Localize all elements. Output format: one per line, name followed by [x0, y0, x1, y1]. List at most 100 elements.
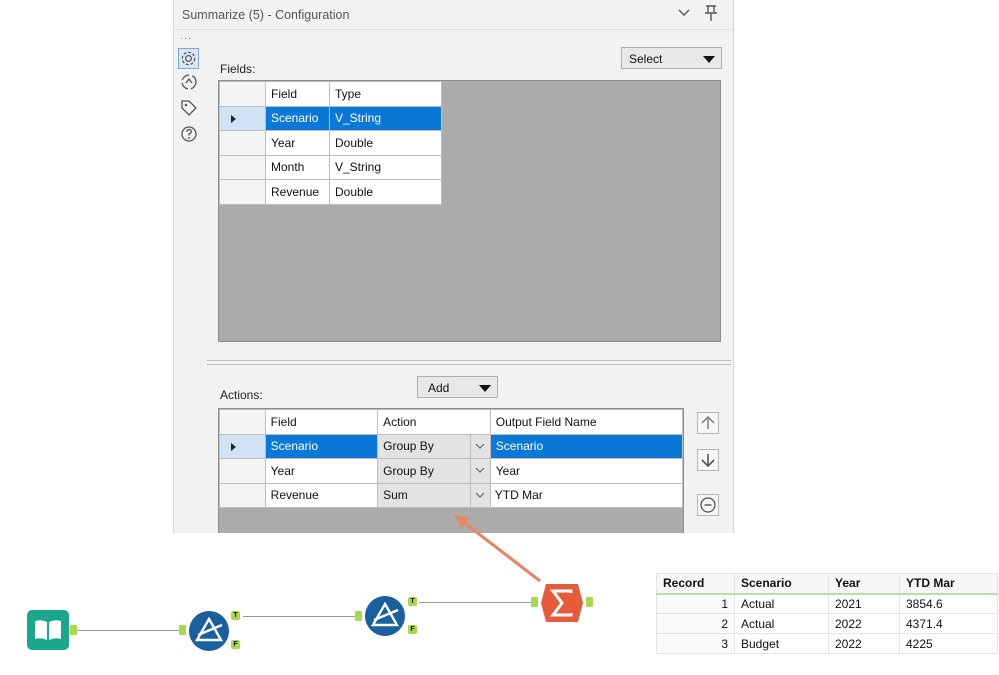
pin-icon[interactable]: [703, 4, 719, 22]
anchor-icon[interactable]: [179, 72, 199, 92]
table-row[interactable]: Scenario Group By Scenario: [219, 433, 684, 459]
row-header-corner: [219, 409, 266, 435]
table-row[interactable]: Month V_String: [219, 154, 442, 180]
table-row[interactable]: Year Group By Year: [219, 458, 684, 484]
true-anchor[interactable]: T: [231, 611, 240, 620]
chevron-down-icon[interactable]: [677, 6, 691, 20]
row-selector[interactable]: [219, 458, 266, 484]
column-header-output-field-name[interactable]: Output Field Name: [489, 409, 684, 435]
output-field-name-cell[interactable]: Scenario: [489, 433, 684, 459]
column-header-ytd-mar[interactable]: YTD Mar: [899, 573, 998, 595]
type-cell[interactable]: V_String: [329, 154, 442, 180]
chevron-down-icon[interactable]: [469, 434, 490, 458]
action-value: Group By: [383, 439, 434, 454]
table-row[interactable]: Revenue Sum YTD Mar: [219, 482, 684, 508]
annotation-arrow: [454, 515, 541, 583]
chevron-down-icon[interactable]: [469, 483, 490, 507]
row-selector[interactable]: [219, 130, 266, 156]
type-cell[interactable]: Double: [329, 179, 442, 205]
year-cell[interactable]: 2022: [828, 613, 900, 634]
year-cell[interactable]: 2022: [828, 633, 900, 654]
type-cell[interactable]: Double: [329, 130, 442, 156]
row-selector[interactable]: [219, 433, 266, 459]
ytd-mar-cell[interactable]: 4225: [899, 633, 998, 654]
fields-grid[interactable]: Field Type Scenario V_String Year Double…: [218, 80, 721, 342]
filter-tool[interactable]: [364, 595, 406, 637]
move-up-button[interactable]: [697, 412, 719, 434]
actions-table: Field Action Output Field Name Scenario …: [219, 409, 684, 508]
record-cell: 3: [656, 633, 735, 654]
field-cell[interactable]: Year: [265, 130, 330, 156]
field-cell[interactable]: Scenario: [265, 105, 330, 131]
panel-splitter[interactable]: [207, 360, 731, 365]
scenario-cell[interactable]: Actual: [734, 613, 829, 634]
output-anchor[interactable]: [70, 625, 77, 635]
results-header-row: Record Scenario Year YTD Mar: [656, 573, 998, 595]
column-header-action[interactable]: Action: [377, 409, 491, 435]
remove-action-button[interactable]: [697, 494, 719, 516]
column-header-field[interactable]: Field: [264, 409, 379, 435]
field-cell[interactable]: Year: [264, 458, 379, 484]
input-anchor[interactable]: [179, 625, 186, 635]
chevron-down-icon[interactable]: [469, 459, 490, 483]
select-dropdown[interactable]: Select: [621, 47, 722, 69]
field-cell[interactable]: Month: [265, 154, 330, 180]
gear-icon[interactable]: [178, 48, 199, 69]
column-header-scenario[interactable]: Scenario: [734, 573, 829, 595]
action-value: Sum: [383, 488, 408, 503]
connector-line: [243, 616, 355, 617]
table-row[interactable]: Scenario V_String: [219, 105, 442, 131]
overflow-dots[interactable]: ...: [180, 30, 192, 42]
action-combo[interactable]: Group By: [377, 458, 491, 484]
output-anchor[interactable]: [586, 597, 593, 607]
action-combo[interactable]: Sum: [377, 482, 491, 508]
ytd-mar-cell[interactable]: 4371.4: [899, 613, 998, 634]
row-selector[interactable]: [219, 154, 266, 180]
column-header-record[interactable]: Record: [656, 573, 735, 595]
configuration-panel: Summarize (5) - Configuration ... Fields…: [173, 0, 734, 533]
column-header-type[interactable]: Type: [329, 81, 442, 107]
tag-icon[interactable]: [179, 98, 199, 118]
field-cell[interactable]: Scenario: [264, 433, 379, 459]
action-combo[interactable]: Group By: [377, 433, 491, 459]
column-header-field[interactable]: Field: [265, 81, 330, 107]
connector-line: [419, 602, 531, 603]
table-row[interactable]: 1 Actual 2021 3854.6: [656, 593, 998, 614]
add-dropdown[interactable]: Add: [417, 376, 498, 398]
input-anchor[interactable]: [355, 611, 362, 621]
connector-line: [77, 630, 180, 631]
input-anchor[interactable]: [531, 597, 538, 607]
row-selector[interactable]: [219, 179, 266, 205]
false-anchor[interactable]: F: [231, 640, 240, 649]
summarize-tool[interactable]: [540, 583, 584, 623]
row-header-corner: [219, 81, 266, 107]
minus-circle-icon: [700, 497, 716, 513]
fields-table: Field Type Scenario V_String Year Double…: [219, 81, 442, 205]
type-cell[interactable]: V_String: [329, 105, 442, 131]
field-cell[interactable]: Revenue: [264, 482, 379, 508]
ytd-mar-highlight[interactable]: YTD Mar: [491, 484, 547, 507]
column-header-year[interactable]: Year: [828, 573, 900, 595]
output-field-name-cell[interactable]: Year: [489, 458, 684, 484]
output-field-name-cell[interactable]: YTD Mar: [489, 482, 684, 508]
row-selector[interactable]: [219, 482, 266, 508]
scenario-cell[interactable]: Budget: [734, 633, 829, 654]
scenario-cell[interactable]: Actual: [734, 593, 829, 614]
help-icon[interactable]: [179, 124, 199, 144]
move-down-button[interactable]: [697, 449, 719, 471]
row-selector[interactable]: [219, 105, 266, 131]
true-anchor[interactable]: T: [408, 597, 417, 606]
table-row[interactable]: 3 Budget 2022 4225: [656, 633, 998, 654]
table-row[interactable]: Revenue Double: [219, 179, 442, 205]
input-data-tool[interactable]: [26, 609, 70, 651]
table-row[interactable]: Year Double: [219, 130, 442, 156]
year-cell[interactable]: 2021: [828, 593, 900, 614]
record-cell: 2: [656, 613, 735, 634]
field-cell[interactable]: Revenue: [265, 179, 330, 205]
false-anchor[interactable]: F: [408, 625, 417, 634]
filter-tool[interactable]: [188, 610, 230, 652]
results-table: Record Scenario Year YTD Mar 1 Actual 20…: [656, 573, 998, 654]
table-row[interactable]: 2 Actual 2022 4371.4: [656, 613, 998, 634]
fields-header-row: Field Type: [219, 81, 442, 107]
ytd-mar-cell[interactable]: 3854.6: [899, 593, 998, 614]
